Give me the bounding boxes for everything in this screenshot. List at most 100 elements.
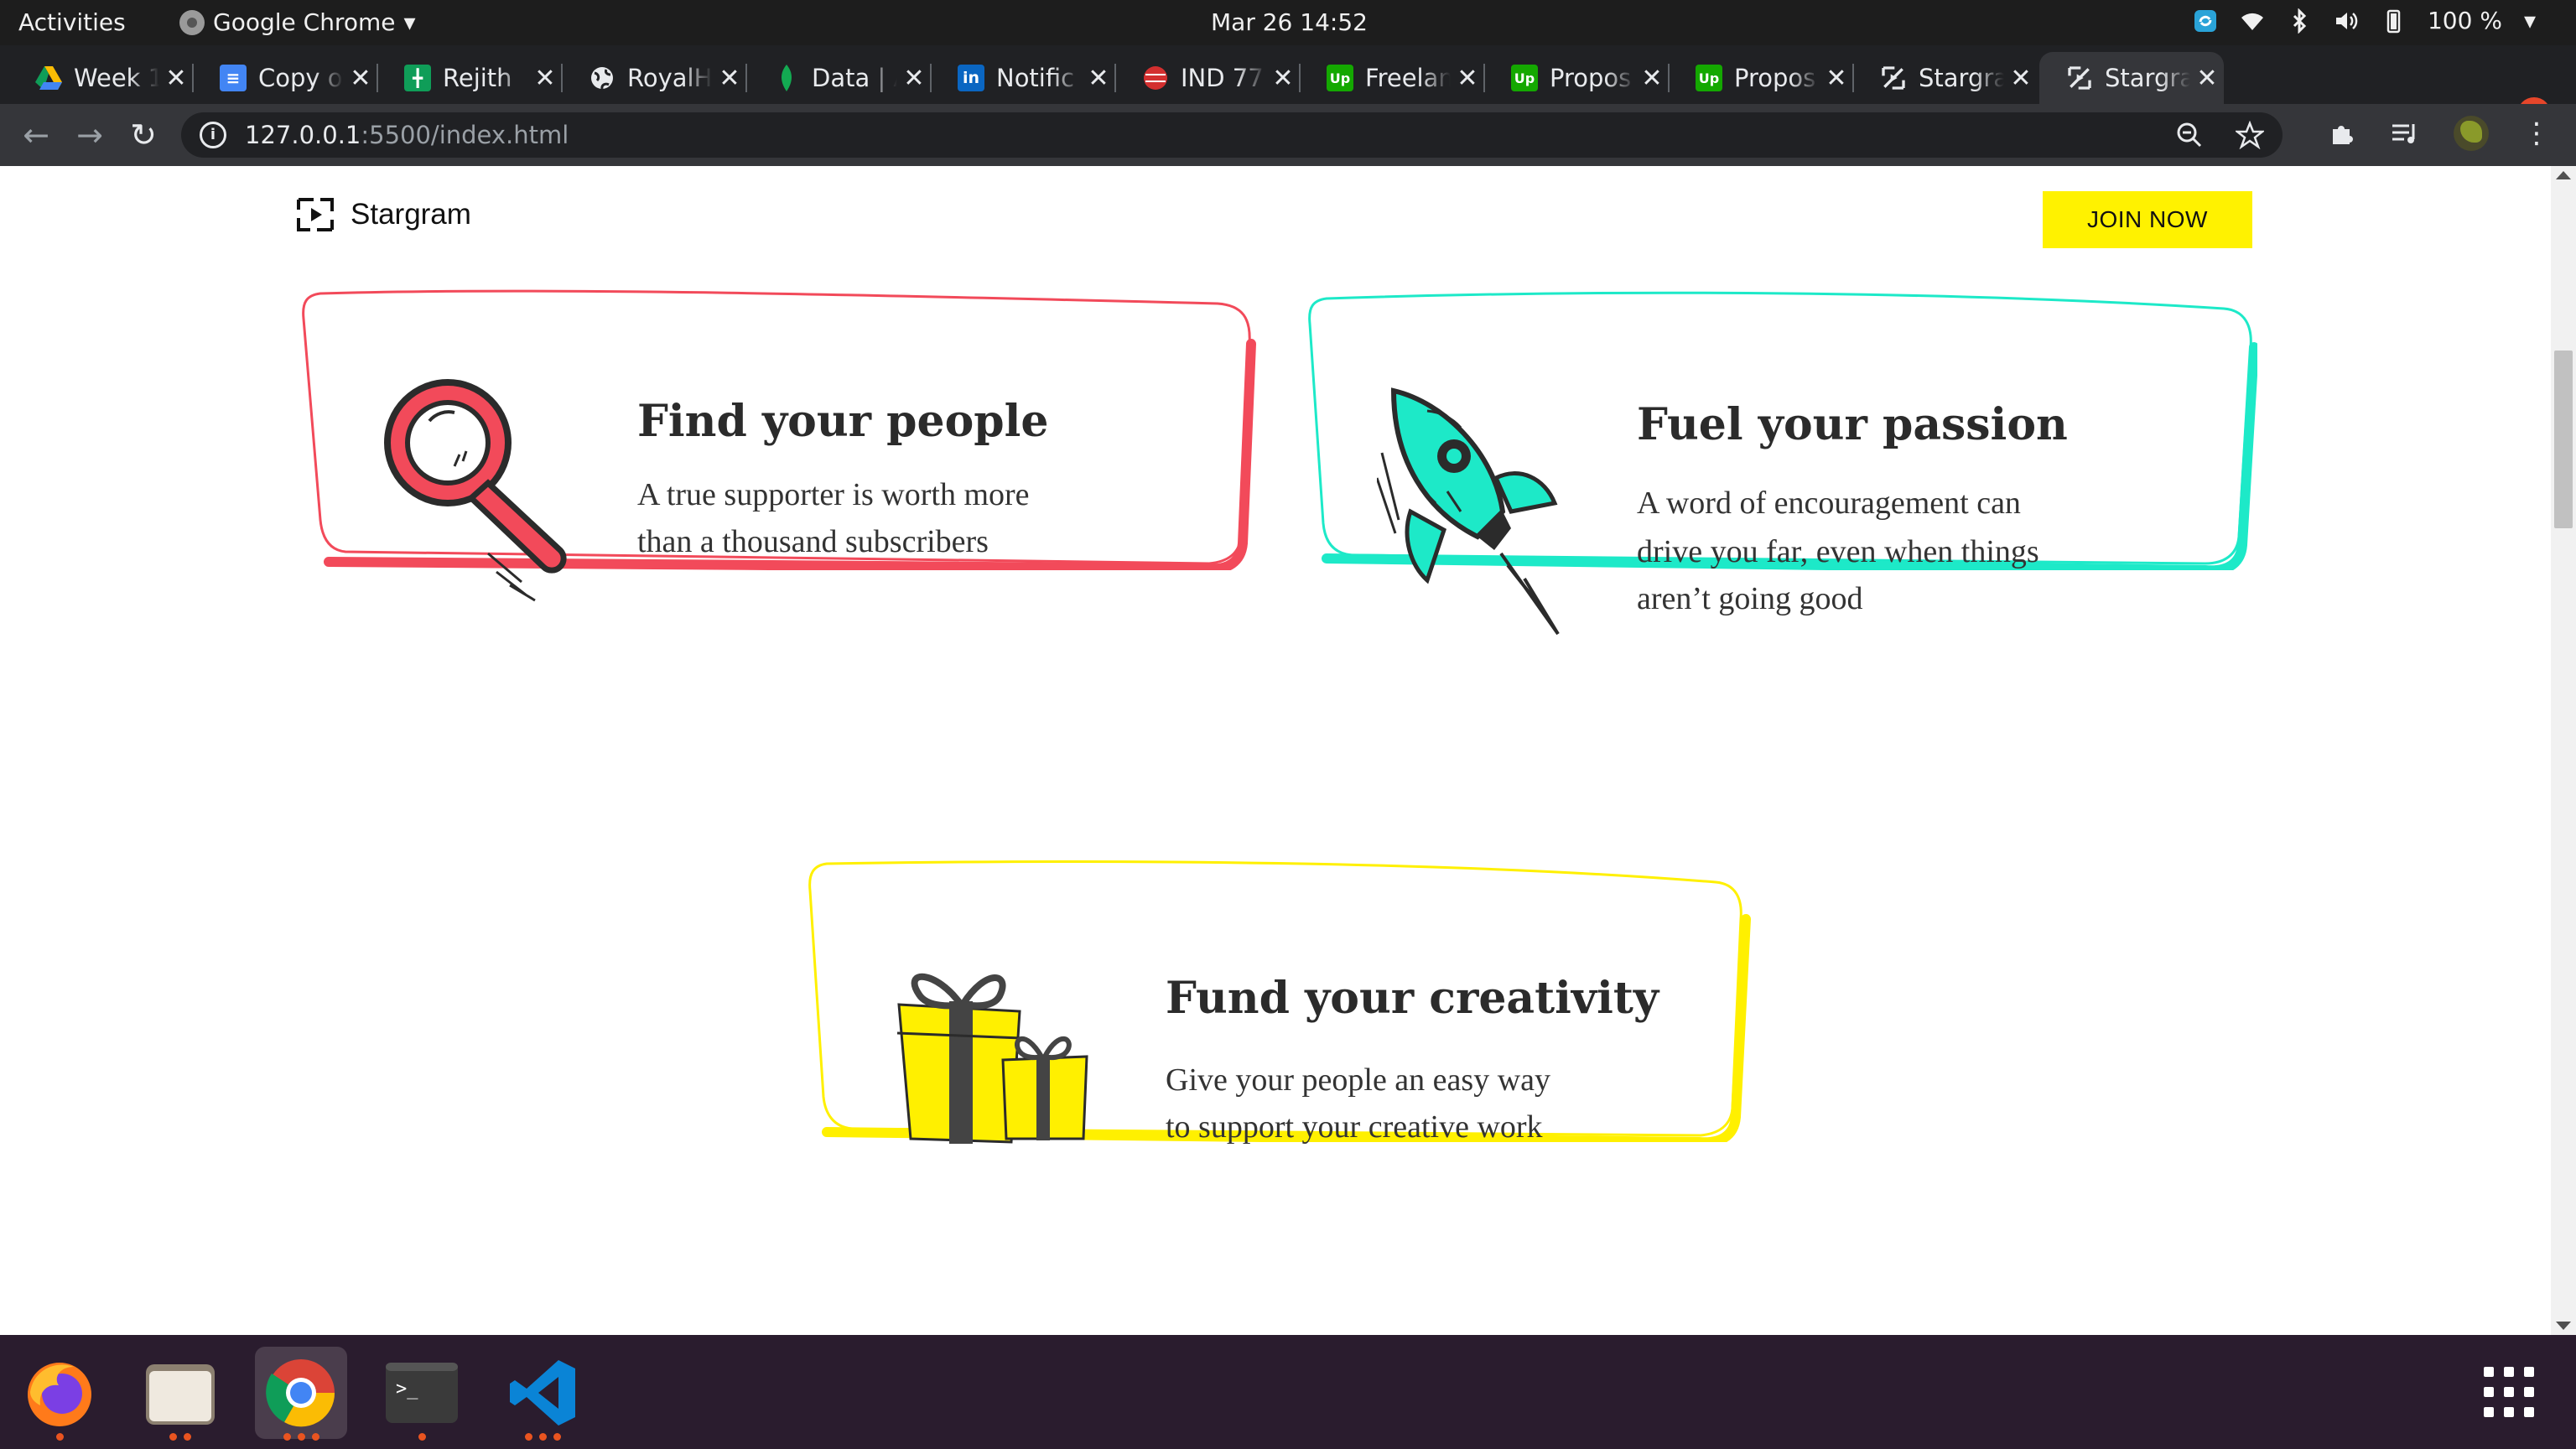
card-description-line: A true supporter is worth more <box>637 477 1030 512</box>
tab[interactable]: Up Freelan ✕ <box>1300 52 1485 104</box>
close-tab-icon[interactable]: ✕ <box>1820 64 1853 93</box>
join-now-button[interactable]: JOIN NOW <box>2043 191 2252 248</box>
close-tab-icon[interactable]: ✕ <box>2004 64 2038 93</box>
close-tab-icon[interactable]: ✕ <box>2190 64 2224 93</box>
tab[interactable]: in Notific ✕ <box>931 52 1116 104</box>
system-tray[interactable]: 100 % ▾ <box>2193 7 2536 34</box>
linkedin-icon: in <box>958 65 984 91</box>
battery-icon <box>2386 9 2401 33</box>
address-bar[interactable]: i 127.0.0.1:5500/index.html <box>181 112 2283 158</box>
reload-button[interactable]: ↻ <box>124 116 163 154</box>
sync-icon <box>2194 9 2216 32</box>
chrome-mini-icon <box>179 9 205 35</box>
firefox-launcher[interactable] <box>13 1347 106 1441</box>
card-description-line: to support your creative work <box>1166 1109 1543 1145</box>
zoom-icon[interactable] <box>2175 121 2204 149</box>
page-viewport: Stargram JOIN NOW Find your people A tru… <box>0 166 2576 1335</box>
firefox-icon <box>28 1363 91 1426</box>
vscode-launcher[interactable] <box>496 1347 589 1441</box>
bluetooth-icon <box>2293 8 2307 34</box>
docs-icon: ≡ <box>220 65 247 91</box>
magnifying-glass-icon <box>384 379 567 602</box>
ubuntu-dock: >_ <box>0 1335 2576 1449</box>
forward-button[interactable]: → <box>70 116 109 154</box>
rocket-icon <box>1377 387 1560 636</box>
tab[interactable]: Week 1 ✕ <box>8 52 194 104</box>
close-tab-icon[interactable]: ✕ <box>344 64 377 93</box>
show-apps-icon[interactable] <box>2484 1367 2534 1417</box>
back-button[interactable]: ← <box>17 116 55 154</box>
tab[interactable]: ≡ Copy of ✕ <box>193 52 378 104</box>
upwork-icon: Up <box>1327 65 1353 91</box>
scrollbar-thumb[interactable] <box>2554 351 2573 528</box>
terminal-launcher[interactable]: >_ <box>376 1347 468 1441</box>
site-brand[interactable]: Stargram <box>295 195 471 235</box>
volume-icon <box>2335 12 2358 29</box>
media-control-icon[interactable] <box>2390 119 2420 148</box>
tab[interactable]: Up Propos ✕ <box>1669 52 1854 104</box>
close-tab-icon[interactable]: ✕ <box>1635 64 1669 93</box>
card-description-line: Give your people an easy way <box>1166 1062 1551 1098</box>
close-tab-icon[interactable]: ✕ <box>1082 64 1115 93</box>
stargram-icon <box>2066 65 2093 91</box>
tab[interactable]: ╋ Rejith ✕ <box>377 52 563 104</box>
wifi-icon <box>2241 13 2263 30</box>
system-top-bar: Activities Google Chrome ▾ Mar 26 14:52 … <box>0 0 2576 45</box>
card-title: Fund your creativity <box>1166 973 1659 1024</box>
profile-avatar[interactable] <box>2454 116 2489 151</box>
upwork-icon: Up <box>1511 65 1538 91</box>
vscode-icon <box>510 1360 575 1426</box>
app-menu-label: Google Chrome <box>213 8 396 36</box>
card-title: Fuel your passion <box>1637 399 2068 450</box>
tab[interactable]: RoyalH ✕ <box>562 52 747 104</box>
close-tab-icon[interactable]: ✕ <box>528 64 562 93</box>
caret-down-icon: ▾ <box>2523 7 2536 34</box>
globe-icon <box>589 65 615 91</box>
card-title: Find your people <box>637 396 1049 447</box>
clock[interactable]: Mar 26 14:52 <box>1211 8 1368 36</box>
site-name: Stargram <box>351 198 471 231</box>
site-info-icon[interactable]: i <box>200 122 226 148</box>
menu-kebab-icon[interactable]: ⋮ <box>2522 117 2551 150</box>
card-fund-your-creativity: Fund your creativity Give your people an… <box>793 857 1758 1145</box>
card-description-line: A word of encouragement can <box>1637 486 2021 521</box>
scroll-up-arrow[interactable] <box>2556 171 2571 179</box>
battery-percent: 100 % <box>2427 7 2502 34</box>
tab-active[interactable]: Stargra ✕ <box>2039 52 2224 104</box>
card-description-line: than a thousand subscribers <box>637 524 989 559</box>
card-description-line: aren’t going good <box>1637 581 1863 616</box>
app-menu[interactable]: Google Chrome ▾ <box>179 8 416 36</box>
activities-button[interactable]: Activities <box>18 8 126 36</box>
chrome-launcher[interactable] <box>255 1347 347 1441</box>
tab[interactable]: Up Propos ✕ <box>1484 52 1670 104</box>
sheets-icon: ╋ <box>404 65 431 91</box>
close-tab-icon[interactable]: ✕ <box>1266 64 1300 93</box>
browser-toolbar: ← → ↻ i 127.0.0.1:5500/index.html ⋮ <box>0 104 2576 166</box>
caret-down-icon: ▾ <box>403 8 416 36</box>
tab[interactable]: IND 77 ✕ <box>1115 52 1301 104</box>
close-tab-icon[interactable]: ✕ <box>159 64 193 93</box>
files-launcher[interactable] <box>134 1347 226 1441</box>
terminal-icon: >_ <box>386 1363 458 1423</box>
close-tab-icon[interactable]: ✕ <box>897 64 931 93</box>
stargram-logo-icon <box>297 198 334 231</box>
close-tab-icon[interactable]: ✕ <box>1451 64 1484 93</box>
upwork-icon: Up <box>1696 65 1722 91</box>
svg-text:>_: >_ <box>396 1379 418 1400</box>
omnibox-actions <box>2175 121 2264 149</box>
toolbar-actions: ⋮ <box>2328 116 2551 151</box>
page-scrollbar[interactable] <box>2551 166 2576 1335</box>
card-description-line: drive you far, even when things <box>1637 534 2039 569</box>
bookmark-star-icon[interactable] <box>2236 121 2264 149</box>
scroll-down-arrow[interactable] <box>2556 1322 2571 1330</box>
tab[interactable]: Data | A✕ <box>746 52 932 104</box>
extensions-icon[interactable] <box>2328 119 2356 148</box>
files-icon <box>146 1364 215 1425</box>
tab[interactable]: Stargra ✕ <box>1853 52 2038 104</box>
close-tab-icon[interactable]: ✕ <box>713 64 746 93</box>
card-find-your-people: Find your people A true supporter is wor… <box>295 285 1259 602</box>
url-text[interactable]: 127.0.0.1:5500/index.html <box>245 121 569 149</box>
stargram-icon <box>1880 65 1907 91</box>
mongodb-leaf-icon <box>773 65 800 91</box>
chrome-icon <box>266 1359 335 1427</box>
